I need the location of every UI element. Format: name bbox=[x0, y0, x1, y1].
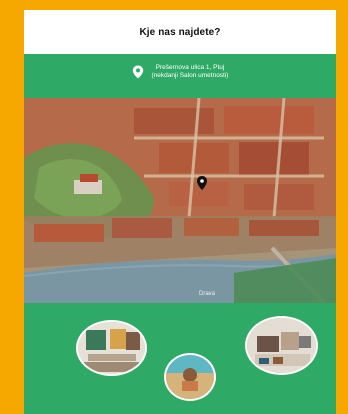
photo-gallery-exhibit-3 bbox=[245, 316, 318, 375]
address-line-street: Prešernova ulica 1, Ptuj bbox=[155, 64, 225, 71]
map-river-label: Drava bbox=[199, 291, 216, 297]
address-section: Prešernova ulica 1, Ptuj (nekdanji Salon… bbox=[24, 54, 336, 98]
location-pin-icon bbox=[132, 65, 143, 79]
location-card: Kje nas najdete? Prešernova ulica 1, Ptu… bbox=[24, 10, 336, 414]
gallery-photo-image bbox=[78, 322, 145, 374]
address-text: Prešernova ulica 1, Ptuj (nekdanji Salon… bbox=[152, 64, 229, 80]
gallery-photo-image bbox=[247, 318, 316, 373]
map-illustration: Drava bbox=[24, 97, 336, 305]
page-title: Kje nas najdete? bbox=[139, 26, 221, 38]
address-line-note: (nekdanji Salon umetnosti) bbox=[151, 72, 229, 79]
card-header: Kje nas najdete? bbox=[24, 10, 336, 54]
photos-section bbox=[24, 303, 336, 414]
photo-gallery-exhibit-2 bbox=[164, 353, 216, 401]
photo-gallery-exhibit-1 bbox=[76, 320, 147, 376]
town-map[interactable]: Drava bbox=[24, 97, 336, 305]
gallery-photo-image bbox=[166, 355, 214, 399]
